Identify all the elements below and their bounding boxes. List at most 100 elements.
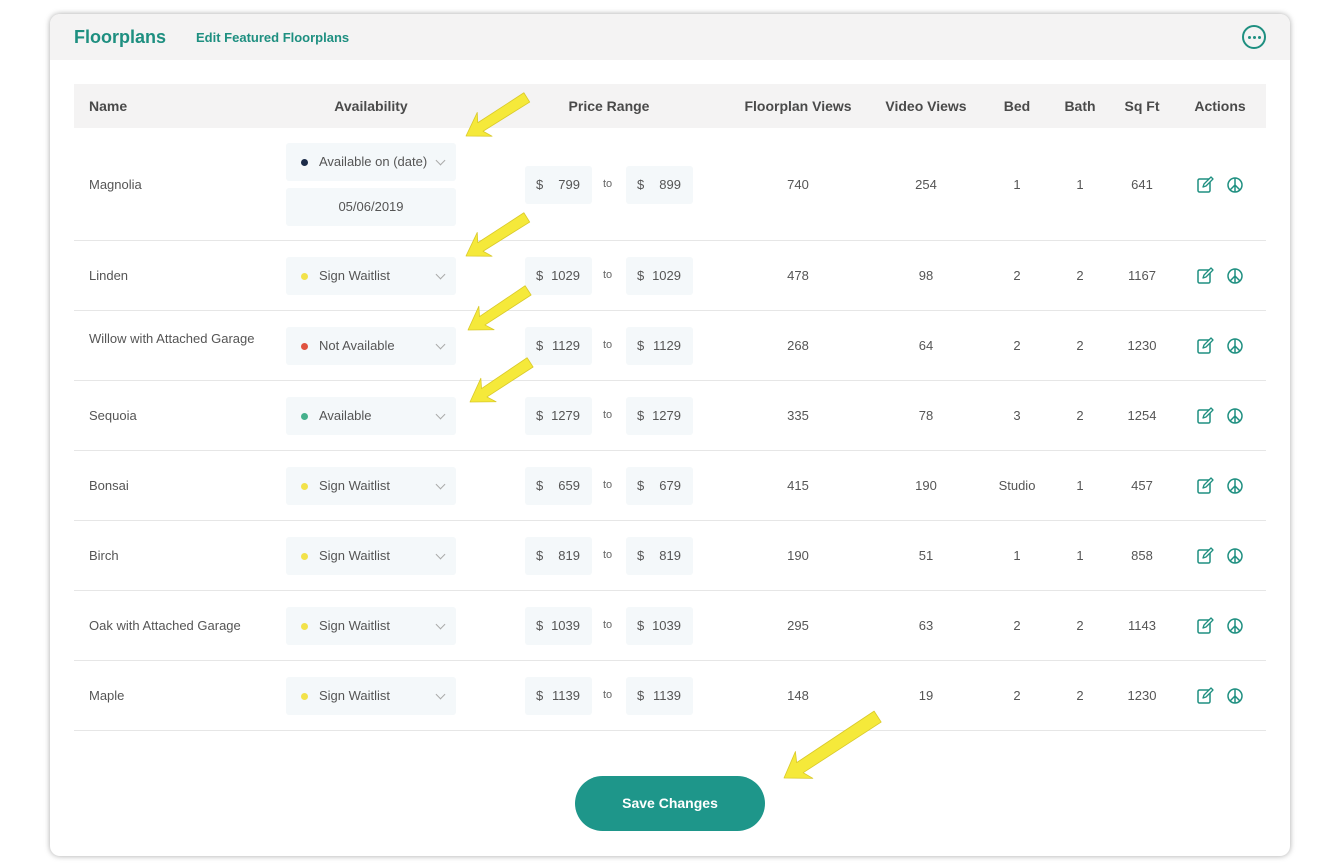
price-max-input[interactable]: $1129	[626, 327, 693, 365]
peace-icon[interactable]	[1226, 547, 1244, 565]
edit-icon[interactable]	[1196, 407, 1214, 425]
status-dot-icon	[301, 693, 308, 700]
price-min-value: 659	[558, 478, 580, 493]
price-max-input[interactable]: $1039	[626, 607, 693, 645]
bed-count: 1	[1013, 548, 1021, 563]
price-min-value: 1029	[551, 268, 580, 283]
price-max-input[interactable]: $819	[626, 537, 693, 575]
price-min-input[interactable]: $1129	[525, 327, 592, 365]
price-min-input[interactable]: $1029	[525, 257, 592, 295]
price-min-input[interactable]: $819	[525, 537, 592, 575]
price-min-value: 1139	[552, 688, 580, 703]
bed-count: 2	[1013, 688, 1021, 703]
availability-value: Sign Waitlist	[319, 688, 391, 703]
bath-count: 2	[1076, 688, 1084, 703]
peace-icon[interactable]	[1226, 267, 1244, 285]
edit-icon[interactable]	[1196, 687, 1214, 705]
price-max-input[interactable]: $1279	[626, 397, 693, 435]
video-views: 63	[918, 618, 934, 633]
price-max-input[interactable]: $679	[626, 467, 693, 505]
price-separator: to	[603, 689, 613, 701]
availability-select[interactable]: Sign Waitlist	[286, 537, 456, 575]
edit-icon[interactable]	[1196, 547, 1214, 565]
availability-select[interactable]: Sign Waitlist	[286, 257, 456, 295]
column-header-bed: Bed	[1003, 98, 1031, 114]
edit-icon[interactable]	[1196, 617, 1214, 635]
price-min-value: 1129	[552, 338, 580, 353]
price-min-input[interactable]: $659	[525, 467, 592, 505]
currency-symbol: $	[637, 338, 645, 353]
availability-select[interactable]: Available	[286, 397, 456, 435]
price-min-value: 1279	[551, 408, 580, 423]
save-changes-button[interactable]: Save Changes	[575, 776, 765, 831]
card-header: Floorplans Edit Featured Floorplans	[50, 14, 1290, 60]
floorplan-views: 415	[787, 478, 809, 493]
bath-count: 2	[1076, 338, 1084, 353]
video-views: 98	[918, 268, 934, 283]
more-options-button[interactable]	[1242, 25, 1266, 49]
price-separator: to	[603, 177, 613, 190]
edit-icon[interactable]	[1196, 267, 1214, 285]
peace-icon[interactable]	[1226, 477, 1244, 495]
floorplan-name: Linden	[89, 268, 129, 283]
currency-symbol: $	[536, 688, 544, 703]
availability-select[interactable]: Sign Waitlist	[286, 677, 456, 715]
bed-count: 1	[1013, 176, 1021, 192]
price-min-input[interactable]: $1279	[525, 397, 592, 435]
table-row: Maple Sign Waitlist $1139 to $1139 148 19 2 2 123…	[74, 661, 1266, 731]
peace-icon[interactable]	[1226, 337, 1244, 355]
status-dot-icon	[301, 553, 308, 560]
sq-ft: 1143	[1128, 618, 1156, 633]
available-date-input[interactable]: 05/06/2019	[286, 188, 456, 226]
table-row: Birch Sign Waitlist $819 to $819 190 51 1 1 858	[74, 521, 1266, 591]
sq-ft: 858	[1131, 548, 1153, 563]
peace-icon[interactable]	[1226, 617, 1244, 635]
chevron-down-icon	[435, 409, 446, 420]
video-views: 78	[918, 408, 934, 423]
status-dot-icon	[301, 159, 308, 166]
table-row: Linden Sign Waitlist $1029 to $1029 478 98 2 2 11…	[74, 241, 1266, 311]
edit-icon[interactable]	[1196, 175, 1214, 194]
floorplans-card: Floorplans Edit Featured Floorplans Name…	[50, 14, 1290, 856]
column-header-name: Name	[89, 98, 128, 114]
column-header-bath: Bath	[1064, 98, 1096, 114]
floorplan-views: 148	[787, 688, 809, 703]
currency-symbol: $	[536, 478, 544, 493]
price-min-input[interactable]: $1039	[525, 607, 592, 645]
table-row: Magnolia Available on (date) 05/06/2019 $79…	[74, 128, 1266, 241]
price-min-input[interactable]: $799	[525, 165, 592, 204]
edit-icon[interactable]	[1196, 477, 1214, 495]
edit-featured-floorplans-link[interactable]: Edit Featured Floorplans	[196, 30, 349, 45]
peace-icon[interactable]	[1226, 407, 1244, 425]
price-separator: to	[603, 479, 613, 491]
page-title: Floorplans	[74, 26, 167, 47]
bed-count: 2	[1013, 268, 1021, 283]
peace-icon[interactable]	[1226, 176, 1244, 194]
sq-ft: 1230	[1127, 338, 1157, 353]
chevron-down-icon	[435, 269, 446, 280]
availability-value: Sign Waitlist	[319, 548, 391, 563]
price-max-input[interactable]: $1139	[626, 677, 693, 715]
floorplan-views: 190	[787, 548, 809, 563]
price-min-input[interactable]: $1139	[525, 677, 592, 715]
edit-icon[interactable]	[1196, 337, 1214, 355]
currency-symbol: $	[536, 548, 544, 563]
price-max-input[interactable]: $1029	[626, 257, 693, 295]
availability-select[interactable]: Sign Waitlist	[286, 607, 456, 645]
availability-value: Available	[319, 408, 372, 423]
availability-select[interactable]: Sign Waitlist	[286, 467, 456, 505]
price-max-input[interactable]: $899	[626, 165, 693, 204]
availability-select[interactable]: Not Available	[286, 327, 456, 365]
floorplan-name: Magnolia	[89, 176, 142, 192]
bath-count: 2	[1076, 408, 1084, 423]
currency-symbol: $	[536, 176, 544, 192]
availability-select[interactable]: Available on (date)	[286, 143, 456, 181]
availability-value: Sign Waitlist	[319, 618, 391, 633]
currency-symbol: $	[536, 408, 544, 423]
bed-count: Studio	[998, 478, 1036, 493]
peace-icon[interactable]	[1226, 687, 1244, 705]
price-separator: to	[603, 619, 613, 631]
price-separator: to	[603, 409, 613, 421]
column-header-price-range: Price Range	[568, 98, 650, 114]
currency-symbol: $	[536, 268, 544, 283]
